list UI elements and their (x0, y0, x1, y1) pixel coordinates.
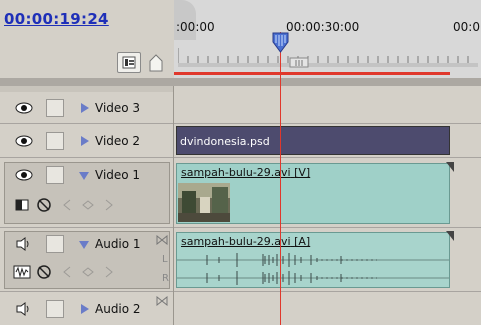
ruler-label-start: :00:00 (176, 20, 215, 34)
clip-name: sampah-bulu-29.avi [A] (181, 235, 311, 248)
expand-triangle-icon[interactable] (80, 102, 90, 114)
eye-icon[interactable] (14, 132, 34, 150)
channel-right-label: R (162, 273, 169, 284)
collapse-triangle-icon[interactable] (78, 171, 90, 181)
track-header-video2: Video 2 (0, 124, 174, 158)
snap-icon (122, 56, 136, 69)
clip-end-marker (446, 162, 454, 172)
clip-name: dvindonesia.psd (180, 135, 270, 148)
snap-button[interactable] (117, 52, 141, 73)
clip-sampah-video[interactable]: sampah-bulu-29.avi [V] (176, 163, 450, 224)
track-lock-toggle[interactable] (46, 300, 64, 318)
track-lane-video3[interactable] (174, 92, 481, 124)
track-header-audio1: Audio 1 L R (0, 228, 174, 292)
track-label-audio2: Audio 2 (95, 302, 141, 316)
track-label-audio1: Audio 1 (95, 237, 141, 251)
clip-dvindonesia[interactable]: dvindonesia.psd (176, 126, 450, 155)
clip-name: sampah-bulu-29.avi [V] (181, 166, 311, 179)
column-divider (173, 86, 174, 325)
track-lane-audio1[interactable]: sampah-bulu-29.avi [A] (174, 228, 481, 292)
keyframe-toggle-icon[interactable] (35, 197, 53, 213)
keyframe-nav-controls[interactable] (60, 265, 120, 279)
work-area-bar[interactable] (174, 72, 450, 75)
track-lock-toggle[interactable] (46, 166, 64, 184)
channel-left-label: L (162, 254, 168, 265)
track-lane-audio2[interactable] (174, 292, 481, 325)
audio-waveform (177, 253, 449, 285)
track-header-video1: Video 1 (0, 158, 174, 228)
time-ruler[interactable] (174, 0, 481, 80)
track-header-video3: Video 3 (0, 92, 174, 124)
ruler-ticks (178, 48, 478, 68)
clip-sampah-audio[interactable]: sampah-bulu-29.avi [A] (176, 232, 450, 288)
ruler-label-60s: 00:0 (453, 20, 480, 34)
speaker-icon[interactable] (14, 236, 34, 252)
clip-end-marker (446, 231, 454, 241)
track-label-video1: Video 1 (95, 168, 141, 182)
track-lane-video2[interactable]: dvindonesia.psd (174, 124, 481, 158)
expand-triangle-icon[interactable] (80, 303, 90, 315)
eye-icon[interactable] (14, 166, 34, 184)
speaker-icon[interactable] (14, 301, 34, 317)
marker-icon (149, 54, 163, 72)
track-lock-toggle[interactable] (46, 99, 64, 117)
display-style-icon[interactable] (13, 197, 31, 213)
waveform-display-icon[interactable] (13, 264, 31, 280)
keyframe-toggle-icon[interactable] (35, 264, 53, 280)
track-lane-video1[interactable]: sampah-bulu-29.avi [V] (174, 158, 481, 228)
track-lock-toggle[interactable] (46, 235, 64, 253)
divider (0, 78, 481, 86)
track-label-video3: Video 3 (95, 101, 141, 115)
set-marker-button[interactable] (147, 52, 165, 73)
expand-triangle-icon[interactable] (80, 135, 90, 147)
track-label-video2: Video 2 (95, 134, 141, 148)
video-thumbnail (178, 183, 230, 222)
collapse-triangle-icon[interactable] (78, 240, 90, 250)
ruler-label-30s: 00:00:30:00 (286, 20, 360, 34)
eye-icon[interactable] (14, 99, 34, 117)
track-lock-toggle[interactable] (46, 132, 64, 150)
track-header-audio2: Audio 2 (0, 292, 174, 325)
timecode-display[interactable]: 00:00:19:24 (4, 10, 109, 28)
keyframe-nav-controls[interactable] (60, 198, 120, 212)
sync-lock-icon (156, 296, 168, 306)
playhead-line[interactable] (280, 32, 281, 325)
playhead-handle-icon[interactable] (272, 32, 289, 54)
sync-lock-icon (156, 235, 168, 245)
